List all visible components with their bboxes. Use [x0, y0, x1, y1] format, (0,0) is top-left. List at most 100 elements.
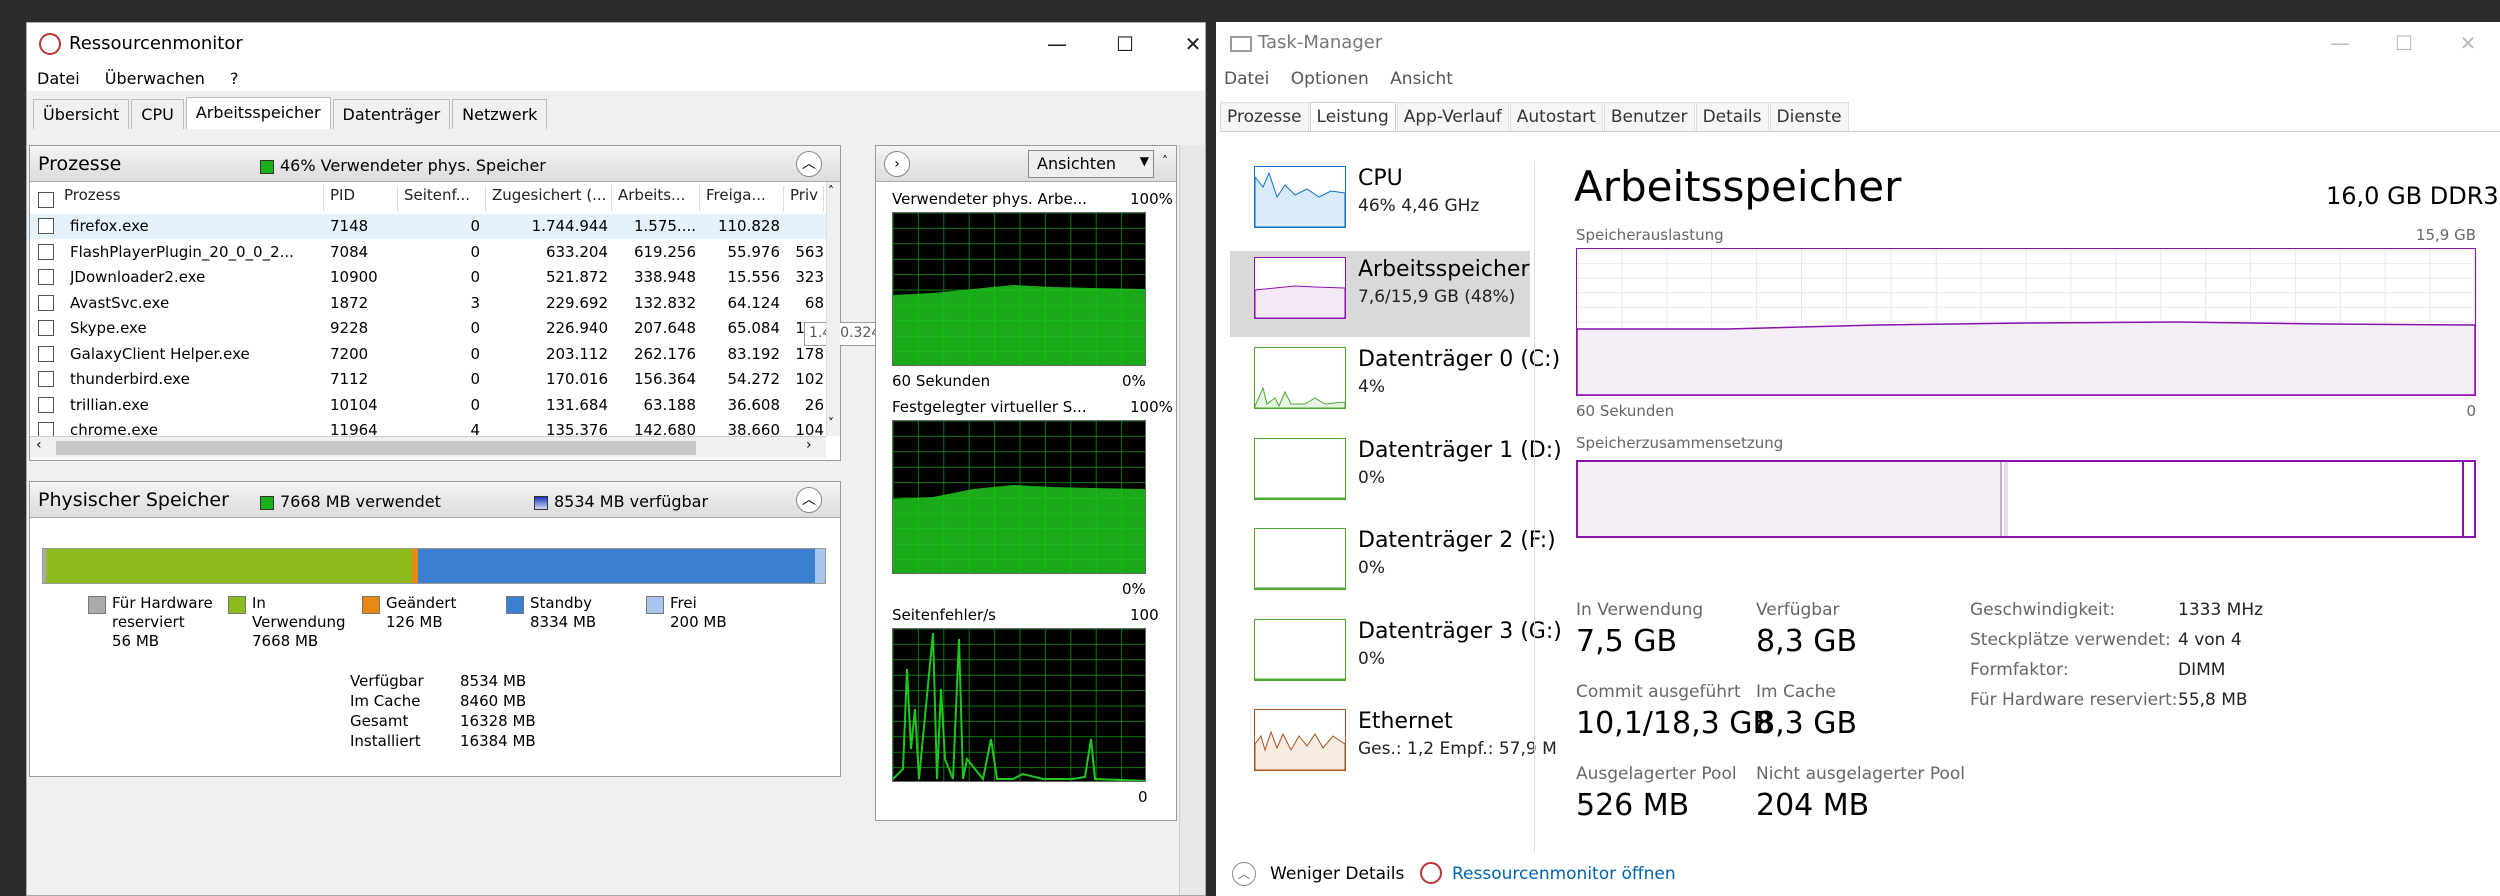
scroll-left-icon[interactable]: ‹: [36, 437, 42, 453]
tab-network[interactable]: Netzwerk: [452, 99, 548, 129]
scroll-thumb[interactable]: [56, 441, 696, 455]
available-legend-square: [534, 495, 548, 510]
process-checkbox[interactable]: [38, 371, 54, 387]
available-legend: 8534 MB verfügbar: [534, 492, 708, 511]
menu-datei[interactable]: Datei: [1216, 66, 1277, 92]
process-checkbox[interactable]: [38, 218, 54, 234]
sidebar-item-name: CPU: [1358, 166, 1403, 191]
column-header-working-set[interactable]: Arbeits...: [612, 186, 700, 212]
cell-commit: 170.016: [545, 370, 608, 388]
cell-working-set: 63.188: [643, 395, 697, 414]
tab-details[interactable]: Details: [1695, 102, 1769, 131]
tab-disk[interactable]: Datenträger: [332, 99, 451, 129]
maximize-button[interactable]: ☐: [2374, 28, 2434, 58]
scroll-up-icon[interactable]: ˄: [828, 184, 834, 198]
process-row[interactable]: trillian.exe 10104 0 131.684 63.188 36.608 26: [30, 393, 826, 418]
open-resource-monitor-link[interactable]: Ressourcenmonitor öffnen: [1452, 864, 1676, 884]
tab-performance[interactable]: Leistung: [1309, 102, 1396, 131]
cell-private: 102: [795, 370, 824, 388]
tab-users[interactable]: Benutzer: [1603, 102, 1695, 131]
fewer-details-link[interactable]: Weniger Details: [1270, 864, 1404, 884]
menu-datei[interactable]: Datei: [27, 65, 90, 88]
column-header-pid[interactable]: PID: [324, 186, 398, 212]
menu-optionen[interactable]: Optionen: [1283, 66, 1377, 92]
menu-ansicht[interactable]: Ansicht: [1382, 66, 1461, 92]
scroll-down-icon[interactable]: ˅: [828, 416, 834, 430]
scroll-up-icon[interactable]: ˄: [1162, 154, 1168, 168]
sidebar-item-disk-3[interactable]: Datenträger 3 (G:) 0%: [1230, 613, 1562, 699]
property-value: 4 von 4: [2178, 630, 2242, 650]
process-row[interactable]: Skype.exe92280226.940207.64865.084142: [30, 316, 826, 341]
sidebar-item-cpu[interactable]: CPU 46% 4,46 GHz: [1230, 160, 1530, 246]
cell-pid: 1872: [330, 293, 369, 312]
process-row[interactable]: JDownloader2.exe 10900 0 521.872 338.948 15.5…: [30, 265, 826, 290]
close-button[interactable]: ✕: [2438, 28, 2498, 58]
stat-label: In Verwendung: [1576, 600, 1704, 620]
graph3-max: 100: [1130, 606, 1159, 624]
legend-value: 200 MB: [670, 613, 727, 631]
tab-app-history[interactable]: App-Verlauf: [1396, 102, 1509, 131]
graph3-min: 0: [1138, 788, 1148, 806]
column-header-private[interactable]: Priv: [784, 186, 824, 212]
sidebar-item-name: Datenträger 3 (G:): [1358, 618, 1562, 644]
graph1-title: Verwendeter phys. Arbe...: [892, 190, 1088, 208]
process-row[interactable]: thunderbird.exe 7112 0 170.016 156.364 54.272…: [30, 367, 826, 392]
tab-overview[interactable]: Übersicht: [33, 99, 130, 129]
process-row[interactable]: firefox.exe 7148 0 1.744.944 1.575.... 110.82…: [30, 214, 826, 239]
graphs-scrollbar[interactable]: [1179, 145, 1205, 895]
column-header-shareable[interactable]: Freiga...: [700, 186, 784, 212]
composition-standby: [2008, 462, 2464, 536]
scroll-right-icon[interactable]: ›: [806, 437, 812, 453]
legend-label: Frei: [670, 594, 697, 612]
stat-label: Ausgelagerter Pool: [1576, 764, 1737, 784]
thumbnail-svg: [1254, 678, 1346, 680]
sidebar-item-memory[interactable]: Arbeitsspeicher 7,6/15,9 GB (48%): [1230, 250, 1530, 337]
sidebar-item-disk-2[interactable]: Datenträger 2 (F:) 0%: [1230, 522, 1556, 608]
chevron-up-icon[interactable]: ︿: [1232, 862, 1256, 886]
hard-faults-graph: [892, 628, 1146, 782]
process-checkbox[interactable]: [38, 345, 54, 362]
process-row[interactable]: AvastSvc.exe 1872 3 229.692 132.832 64.124 68: [30, 291, 826, 316]
sidebar-item-value: 4%: [1358, 377, 1385, 397]
tab-memory[interactable]: Arbeitsspeicher: [185, 97, 331, 129]
process-row[interactable]: FlashPlayerPlugin_20_0_0_2... 7084 0 633.20…: [30, 240, 826, 265]
minimize-button[interactable]: —: [1027, 29, 1087, 59]
process-checkbox[interactable]: [38, 294, 54, 311]
menu-ueberwachen[interactable]: Überwachen: [95, 65, 215, 88]
physical-memory-header[interactable]: Physischer Speicher 7668 MB verwendet 85…: [30, 482, 840, 518]
processes-panel-header[interactable]: Prozesse 46% Verwendeter phys. Speicher …: [30, 146, 840, 182]
tab-cpu[interactable]: CPU: [131, 99, 184, 129]
resource-monitor-app-icon: [39, 33, 61, 55]
collapse-physical-memory-button[interactable]: ︿: [796, 487, 822, 513]
column-header-commit[interactable]: Zugesichert (...: [486, 186, 612, 212]
process-checkbox[interactable]: [38, 396, 54, 413]
cell-pid: 10900: [330, 268, 378, 286]
close-button[interactable]: ✕: [1163, 29, 1205, 59]
process-checkbox[interactable]: [38, 320, 54, 336]
sidebar-item-ethernet[interactable]: Ethernet Ges.: 1,2 Empf.: 57,9 M: [1230, 703, 1557, 789]
minimize-button[interactable]: —: [2310, 28, 2370, 58]
cell-hard-faults: 0: [470, 217, 480, 235]
process-checkbox[interactable]: [38, 243, 54, 260]
green-legend-square: [260, 159, 274, 174]
select-all-checkbox[interactable]: [38, 192, 54, 208]
collapse-processes-button[interactable]: ︿: [796, 151, 822, 177]
horizontal-scrollbar[interactable]: ‹ ›: [30, 436, 826, 458]
column-header-hard-faults[interactable]: Seitenf...: [398, 186, 486, 212]
column-header-process[interactable]: Prozess: [58, 186, 324, 212]
process-checkbox[interactable]: [38, 269, 54, 285]
views-dropdown[interactable]: Ansichten ▼: [1028, 150, 1154, 178]
bar-segment-in-use: [46, 549, 412, 583]
menu-help[interactable]: ?: [220, 65, 249, 88]
maximize-button[interactable]: ☐: [1095, 29, 1155, 59]
legend-label: Für Hardware reserviert: [112, 594, 213, 631]
cell-working-set: 156.364: [633, 370, 696, 388]
tab-processes[interactable]: Prozesse: [1220, 102, 1309, 131]
tab-startup[interactable]: Autostart: [1509, 102, 1603, 131]
sidebar-item-disk-0[interactable]: Datenträger 0 (C:) 4%: [1230, 341, 1560, 427]
expand-graphs-button[interactable]: ›: [884, 151, 910, 177]
sidebar-item-disk-1[interactable]: Datenträger 1 (D:) 0%: [1230, 432, 1562, 518]
tab-services[interactable]: Dienste: [1769, 102, 1849, 131]
vertical-scrollbar[interactable]: ˄ ˅: [826, 182, 840, 436]
process-row[interactable]: GalaxyClient Helper.exe 7200 0 203.112 262.1…: [30, 342, 826, 367]
